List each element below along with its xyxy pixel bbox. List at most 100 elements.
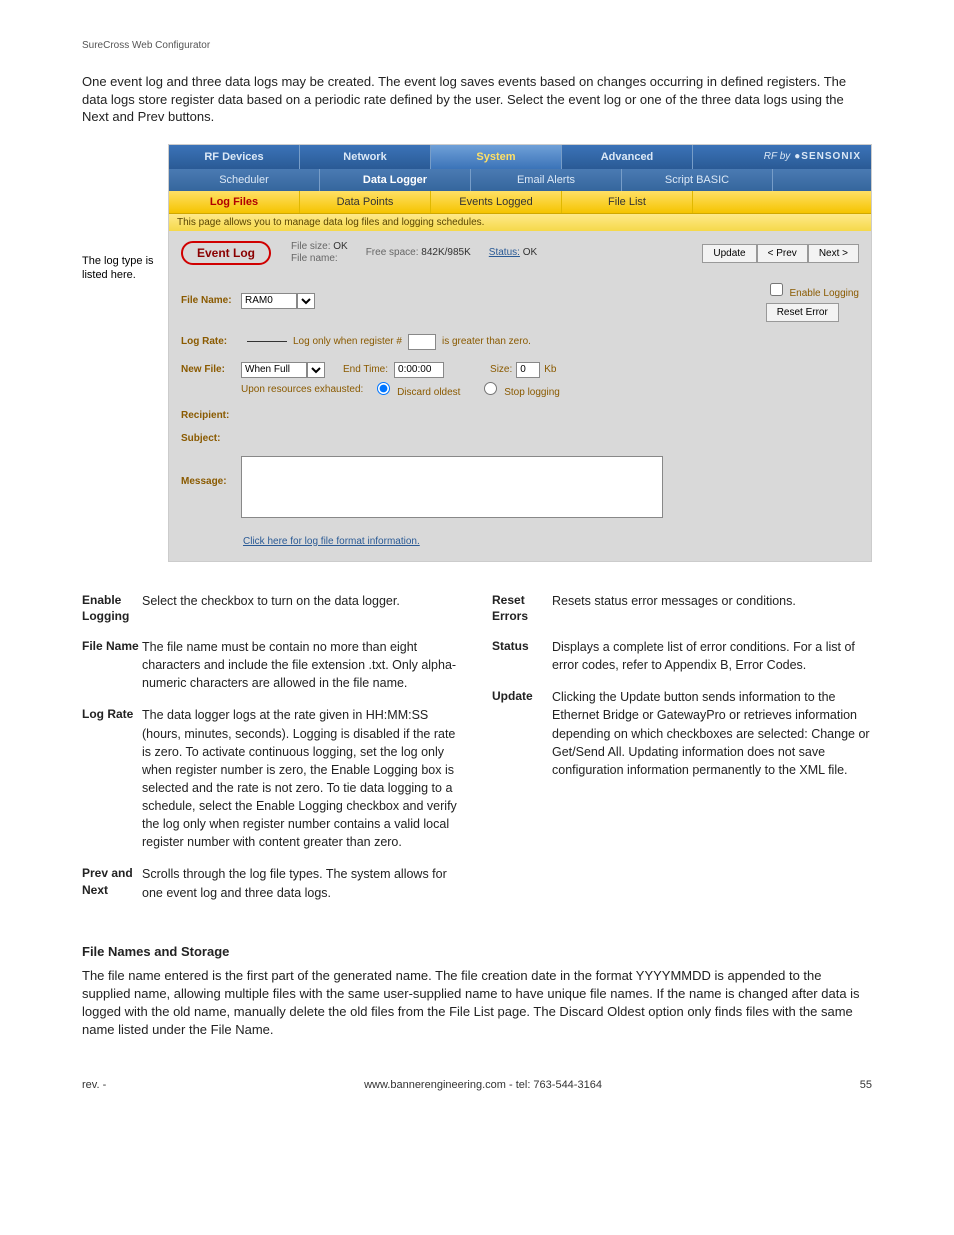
- prev-button[interactable]: < Prev: [757, 244, 808, 263]
- file-name-row: File Name: Enable Logging Reset Error: [181, 280, 859, 322]
- status-stat: Status: OK: [489, 247, 537, 260]
- topnav-system[interactable]: System: [431, 145, 562, 169]
- subnav-scheduler[interactable]: Scheduler: [169, 169, 320, 191]
- subject-row: Subject:: [181, 433, 859, 444]
- section-heading: File Names and Storage: [82, 944, 872, 959]
- log-rate-label: Log Rate:: [181, 336, 241, 347]
- discard-oldest-label[interactable]: Discard oldest: [373, 382, 460, 398]
- definition-row: UpdateClicking the Update button sends i…: [492, 688, 872, 779]
- app-window: RF Devices Network System Advanced RF by…: [168, 144, 872, 562]
- file-name-label: File Name:: [181, 295, 241, 306]
- log-rate-text1: Log only when register #: [293, 336, 402, 347]
- definition-row: Reset ErrorsResets status error messages…: [492, 592, 872, 624]
- definition-term: Reset Errors: [492, 592, 552, 624]
- definition-row: Prev and NextScrolls through the log fil…: [82, 865, 462, 901]
- screenshot-wrapper: The log type is listed here. RF Devices …: [82, 144, 872, 562]
- subnav-script-basic[interactable]: Script BASIC: [622, 169, 773, 191]
- description-bar: This page allows you to manage data log …: [169, 214, 871, 231]
- enable-logging-checkbox[interactable]: [770, 283, 783, 296]
- definition-term: Status: [492, 638, 552, 674]
- file-size-value: OK: [333, 241, 347, 252]
- enable-logging-text: Enable Logging: [789, 288, 859, 299]
- topnav-advanced[interactable]: Advanced: [562, 145, 693, 169]
- brand-name: ●SENSONIX: [794, 145, 861, 169]
- footer-left: rev. -: [82, 1079, 106, 1091]
- definition-text: Displays a complete list of error condit…: [552, 638, 872, 674]
- definitions-right: Reset ErrorsResets status error messages…: [492, 592, 872, 916]
- topnav-network[interactable]: Network: [300, 145, 431, 169]
- new-file-select[interactable]: [307, 362, 325, 378]
- file-name-input[interactable]: [241, 293, 297, 309]
- definition-text: Scrolls through the log file types. The …: [142, 865, 462, 901]
- reset-error-button[interactable]: Reset Error: [766, 303, 839, 322]
- stop-logging-text: Stop logging: [504, 387, 560, 398]
- log-rate-row: Log Rate: Log only when register # is gr…: [181, 334, 859, 350]
- message-label: Message:: [181, 456, 241, 487]
- definitions-columns: Enable LoggingSelect the checkbox to tur…: [82, 592, 872, 916]
- definition-row: File NameThe file name must be contain n…: [82, 638, 462, 692]
- footer-center: www.bannerengineering.com - tel: 763-544…: [364, 1079, 602, 1091]
- sub-nav: Scheduler Data Logger Email Alerts Scrip…: [169, 169, 871, 191]
- callout-left-note: The log type is listed here.: [82, 144, 168, 283]
- end-time-input[interactable]: [394, 362, 444, 378]
- definition-term: Log Rate: [82, 706, 142, 851]
- free-space-value: 842K/985K: [421, 247, 471, 258]
- definition-text: Resets status error messages or conditio…: [552, 592, 872, 624]
- file-name-select[interactable]: [297, 293, 315, 309]
- definition-row: Log RateThe data logger logs at the rate…: [82, 706, 462, 851]
- definition-row: StatusDisplays a complete list of error …: [492, 638, 872, 674]
- update-button[interactable]: Update: [702, 244, 756, 263]
- enable-logging-label[interactable]: Enable Logging: [766, 280, 859, 299]
- subnav-data-logger[interactable]: Data Logger: [320, 169, 471, 191]
- stop-logging-label[interactable]: Stop logging: [480, 382, 559, 398]
- end-time-label: End Time:: [343, 364, 388, 375]
- next-button[interactable]: Next >: [808, 244, 859, 263]
- file-name-stat-label: File name:: [291, 253, 338, 264]
- definition-term: File Name: [82, 638, 142, 692]
- new-file-row: New File: End Time: Size: Kb Upon resour…: [181, 362, 859, 398]
- status-row: Event Log File size: OK File name: Free …: [181, 241, 859, 266]
- dash-icon: [247, 341, 287, 342]
- subnav-email-alerts[interactable]: Email Alerts: [471, 169, 622, 191]
- message-row: Message:: [181, 456, 859, 518]
- stop-logging-radio[interactable]: [484, 382, 497, 395]
- definition-row: Enable LoggingSelect the checkbox to tur…: [82, 592, 462, 624]
- log-rate-register-input[interactable]: [408, 334, 436, 350]
- format-info-link[interactable]: Click here for log file format informati…: [243, 536, 420, 547]
- subsubnav-file-list[interactable]: File List: [562, 191, 693, 213]
- recipient-row: Recipient:: [181, 410, 859, 421]
- subsubnav-data-points[interactable]: Data Points: [300, 191, 431, 213]
- discard-oldest-text: Discard oldest: [397, 387, 460, 398]
- page-header-small: SureCross Web Configurator: [82, 40, 872, 51]
- topnav-rf-devices[interactable]: RF Devices: [169, 145, 300, 169]
- exhausted-label: Upon resources exhausted:: [241, 384, 363, 395]
- message-textarea[interactable]: [241, 456, 663, 518]
- definition-text: Select the checkbox to turn on the data …: [142, 592, 462, 624]
- log-rate-text2: is greater than zero.: [442, 336, 531, 347]
- definition-text: Clicking the Update button sends informa…: [552, 688, 872, 779]
- brand-prefix: RF by: [764, 145, 791, 169]
- definition-text: The file name must be contain no more th…: [142, 638, 462, 692]
- subsubnav-events-logged[interactable]: Events Logged: [431, 191, 562, 213]
- recipient-label: Recipient:: [181, 410, 241, 421]
- new-file-label: New File:: [181, 364, 241, 375]
- log-type-title: Event Log: [181, 241, 271, 265]
- size-input[interactable]: [516, 362, 540, 378]
- free-space-stat: Free space: 842K/985K: [366, 247, 471, 260]
- brand-area: RF by ●SENSONIX: [754, 145, 871, 169]
- page-footer: rev. - www.bannerengineering.com - tel: …: [82, 1079, 872, 1091]
- top-nav: RF Devices Network System Advanced RF by…: [169, 145, 871, 169]
- new-file-input[interactable]: [241, 362, 307, 378]
- subsubnav-log-files[interactable]: Log Files: [169, 191, 300, 213]
- file-size-label: File size:: [291, 241, 330, 252]
- free-space-label: Free space:: [366, 247, 419, 258]
- status-link[interactable]: Status:: [489, 247, 520, 258]
- file-size-stat: File size: OK File name:: [291, 241, 348, 266]
- body-paragraph: The file name entered is the first part …: [82, 967, 872, 1040]
- discard-oldest-radio[interactable]: [377, 382, 390, 395]
- size-label: Size:: [490, 364, 512, 375]
- intro-paragraph: One event log and three data logs may be…: [82, 73, 872, 126]
- definitions-left: Enable LoggingSelect the checkbox to tur…: [82, 592, 462, 916]
- definition-term: Update: [492, 688, 552, 779]
- status-value: OK: [523, 247, 537, 258]
